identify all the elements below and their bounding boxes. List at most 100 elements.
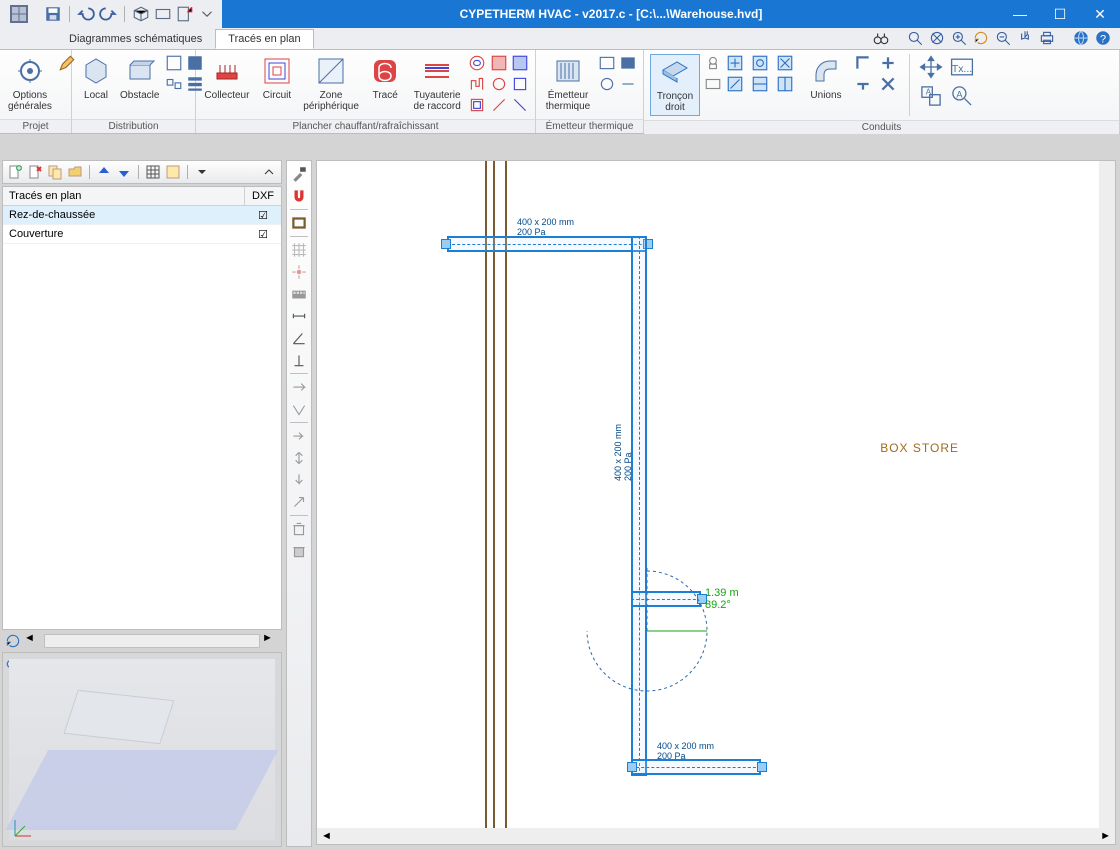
et-4-icon[interactable]	[619, 75, 637, 93]
minimize-button[interactable]: —	[1000, 0, 1040, 28]
tuyauterie-button[interactable]: Tuyauterie de raccord	[410, 54, 464, 114]
et-1-icon[interactable]	[598, 54, 616, 72]
trash1-icon[interactable]	[290, 520, 308, 538]
small-c-icon[interactable]	[165, 75, 183, 93]
phc-5-icon[interactable]	[511, 54, 529, 72]
cd-g6-icon[interactable]	[776, 75, 794, 93]
redo-icon[interactable]	[99, 5, 117, 23]
hammer-icon[interactable]	[290, 165, 308, 183]
zoom-extents-icon[interactable]	[928, 29, 946, 47]
zone-button[interactable]: Zone périphérique	[302, 54, 360, 114]
qat-dropdown-icon[interactable]	[198, 5, 216, 23]
emetteur-button[interactable]: Émetteur thermique	[542, 54, 594, 114]
horizontal-scrollbar[interactable]: ◄►	[317, 828, 1115, 844]
cd-g2-icon[interactable]	[751, 54, 769, 72]
unions-button[interactable]: Unions	[802, 54, 850, 103]
box-icon[interactable]	[154, 5, 172, 23]
arrow-updown-icon[interactable]	[290, 449, 308, 467]
phc-2-icon[interactable]	[468, 75, 486, 93]
v2-icon[interactable]	[290, 400, 308, 418]
dxf-icon[interactable]	[165, 164, 181, 180]
refresh3d-icon[interactable]	[4, 632, 22, 650]
globe-icon[interactable]	[1072, 29, 1090, 47]
cd-2-icon[interactable]	[704, 75, 722, 93]
snap-icon[interactable]	[290, 263, 308, 281]
new-icon[interactable]	[7, 164, 23, 180]
rect-icon[interactable]	[290, 214, 308, 232]
v1-icon[interactable]	[290, 378, 308, 396]
tool-find-icon[interactable]: A	[949, 83, 975, 109]
maximize-button[interactable]: ☐	[1040, 0, 1080, 28]
local-button[interactable]: Local	[78, 54, 114, 103]
circuit-button[interactable]: Circuit	[256, 54, 298, 103]
node-1[interactable]	[441, 239, 451, 249]
preview-3d[interactable]	[2, 652, 282, 847]
phc-9-icon[interactable]	[511, 96, 529, 114]
options-generales-button[interactable]: Options générales	[6, 54, 54, 114]
et-3-icon[interactable]	[598, 75, 616, 93]
zoom-window-icon[interactable]	[906, 29, 924, 47]
binoculars-icon[interactable]	[872, 29, 890, 47]
arrow-down-icon[interactable]	[290, 471, 308, 489]
row-couverture[interactable]: Couverture ☑	[3, 225, 281, 244]
phc-7-icon[interactable]	[511, 75, 529, 93]
cd-g3-icon[interactable]	[776, 54, 794, 72]
scroll-track[interactable]	[44, 634, 260, 648]
trash2-icon[interactable]	[290, 542, 308, 560]
tool-move-icon[interactable]	[918, 54, 944, 80]
small-a-icon[interactable]	[165, 54, 183, 72]
phc-3-icon[interactable]	[468, 96, 486, 114]
cd-g1-icon[interactable]	[726, 54, 744, 72]
cube-icon[interactable]	[132, 5, 150, 23]
scroll-left-icon[interactable]: ◄	[24, 632, 42, 650]
row-couv-check[interactable]: ☑	[245, 228, 281, 241]
phc-8-icon[interactable]	[490, 96, 508, 114]
zoom-out-icon[interactable]	[994, 29, 1012, 47]
tab-diagrammes[interactable]: Diagrammes schématiques	[56, 29, 215, 49]
un-4-icon[interactable]	[879, 75, 897, 93]
layers-icon[interactable]	[145, 164, 161, 180]
cd-g4-icon[interactable]	[726, 75, 744, 93]
phc-6-icon[interactable]	[490, 75, 508, 93]
zoom-in-icon[interactable]	[950, 29, 968, 47]
dim-icon[interactable]	[290, 307, 308, 325]
up-icon[interactable]	[96, 164, 112, 180]
un-3-icon[interactable]	[854, 75, 872, 93]
un-2-icon[interactable]	[879, 54, 897, 72]
trace-button[interactable]: Tracé	[364, 54, 406, 103]
arrow-right-icon[interactable]	[290, 427, 308, 445]
cd-g5-icon[interactable]	[751, 75, 769, 93]
dropdown-icon[interactable]	[194, 164, 210, 180]
export-icon[interactable]	[176, 5, 194, 23]
copy-icon[interactable]	[47, 164, 63, 180]
tool-scale-icon[interactable]: A	[918, 83, 944, 109]
save-icon[interactable]	[44, 5, 62, 23]
close-button[interactable]: ✕	[1080, 0, 1120, 28]
zoom-refresh-icon[interactable]	[972, 29, 990, 47]
node-5[interactable]	[757, 762, 767, 772]
drawing-canvas[interactable]: BOX STORE 400 x 200 mm 200 Pa 400 x 200 …	[316, 160, 1116, 845]
collapse-icon[interactable]	[261, 164, 277, 180]
troncon-droit-button[interactable]: Tronçon droit	[650, 54, 700, 116]
delete-icon[interactable]	[27, 164, 43, 180]
et-2-icon[interactable]	[619, 54, 637, 72]
row-rdc-check[interactable]: ☑	[245, 209, 281, 222]
grid-icon[interactable]	[290, 241, 308, 259]
cd-1-icon[interactable]	[704, 54, 722, 72]
scroll-right-icon[interactable]: ►	[262, 632, 280, 650]
obstacle-button[interactable]: Obstacle	[118, 54, 161, 103]
node-4[interactable]	[627, 762, 637, 772]
undo-icon[interactable]	[77, 5, 95, 23]
row-rdc[interactable]: Rez-de-chaussée ☑	[3, 206, 281, 225]
open-icon[interactable]	[67, 164, 83, 180]
angle-icon[interactable]	[290, 329, 308, 347]
tool-text-icon[interactable]: Tx...	[949, 54, 975, 80]
vertical-scrollbar[interactable]	[1099, 161, 1115, 828]
print-icon[interactable]	[1038, 29, 1056, 47]
down-icon[interactable]	[116, 164, 132, 180]
collecteur-button[interactable]: Collecteur	[202, 54, 252, 103]
tab-traces[interactable]: Tracés en plan	[215, 29, 313, 49]
magnet-icon[interactable]	[290, 187, 308, 205]
arrow-diag-icon[interactable]	[290, 493, 308, 511]
keyboard-icon[interactable]	[290, 285, 308, 303]
